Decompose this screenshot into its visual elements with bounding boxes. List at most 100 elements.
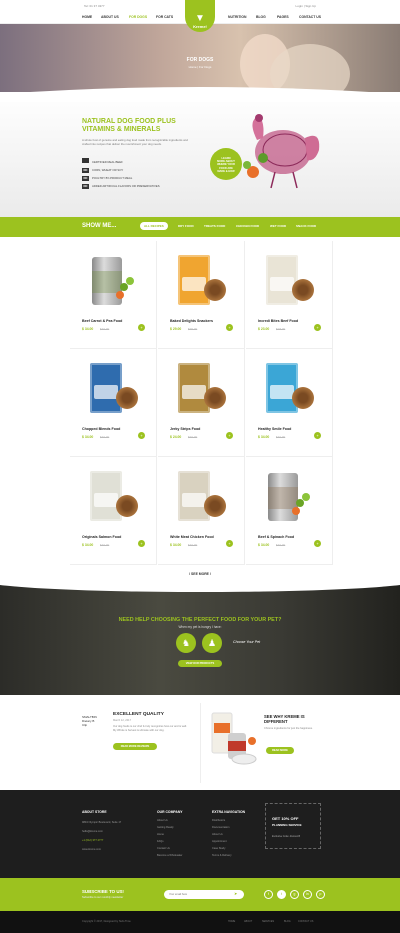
- product-card[interactable]: Beef Carrot & Pea Food $ 34.00 $40.00 +: [70, 241, 157, 349]
- google-icon[interactable]: g: [290, 890, 299, 899]
- add-to-cart-icon[interactable]: +: [226, 540, 233, 547]
- product-image[interactable]: [80, 361, 140, 419]
- product-image[interactable]: [168, 469, 228, 527]
- footer-link[interactable]: Getting Ready: [157, 826, 174, 829]
- product-card[interactable]: Incredi Bites Beef Food $ 23.00 $28.00 +: [246, 241, 333, 349]
- email-input[interactable]: [164, 890, 244, 899]
- footer-link[interactable]: Documentation: [212, 826, 229, 829]
- send-icon[interactable]: ➤: [234, 891, 237, 896]
- product-image[interactable]: [80, 469, 140, 527]
- add-to-cart-icon[interactable]: +: [138, 324, 145, 331]
- tab-treats-food[interactable]: TREATS FOOD: [204, 224, 225, 228]
- product-old-price: $40.00: [100, 435, 110, 439]
- nav-item-for-dogs[interactable]: FOR DOGS: [129, 15, 147, 19]
- product-name[interactable]: Beef & Spinach Food: [258, 535, 294, 539]
- product-card[interactable]: Jerky Strips Food $ 24.00 $30.00 +: [158, 349, 245, 457]
- filter-bar: SHOW ME... ALL RECIPES DRY FOOD TREATS F…: [0, 217, 400, 237]
- bottom-link[interactable]: CONTACT US: [298, 920, 313, 923]
- product-card[interactable]: Baked Delights Snackers $ 29.00 $35.00 +: [158, 241, 245, 349]
- footer-link[interactable]: FAQs: [157, 840, 164, 843]
- breadcrumb[interactable]: Home | For Dogs: [0, 65, 400, 69]
- brand-logo[interactable]: ▼ Kreme!: [185, 0, 215, 32]
- product-name[interactable]: Baked Delights Snackers: [170, 319, 213, 323]
- facebook-icon[interactable]: f: [264, 890, 273, 899]
- pinterest-icon[interactable]: p: [316, 890, 325, 899]
- footer-link[interactable]: About Us: [212, 833, 223, 836]
- login-links[interactable]: Login | Sign Up: [296, 4, 316, 8]
- see-more-link[interactable]: / SEE MORE /: [0, 572, 400, 576]
- footer-link[interactable]: Case Study: [212, 847, 225, 850]
- add-to-cart-icon[interactable]: +: [314, 324, 321, 331]
- page-title: FOR DOGS: [186, 57, 214, 63]
- add-to-cart-icon[interactable]: +: [314, 540, 321, 547]
- twitter-icon[interactable]: t: [277, 890, 286, 899]
- section-description: A whole host of genuine and eating dog f…: [82, 138, 188, 146]
- natural-food-section: NATURAL DOG FOOD PLUS VITAMINS & MINERAL…: [0, 87, 400, 220]
- tab-dry-food[interactable]: DRY FOOD: [178, 224, 194, 228]
- nav-item-home[interactable]: HOME: [82, 15, 92, 19]
- product-name[interactable]: White Meat Chicken Food: [170, 535, 214, 539]
- product-name[interactable]: Incredi Bites Beef Food: [258, 319, 298, 323]
- nav-item-pages[interactable]: PAGES: [277, 15, 289, 19]
- tab-snack-food[interactable]: SNACK FOOD: [296, 224, 316, 228]
- add-to-cart-icon[interactable]: +: [226, 432, 233, 439]
- product-image[interactable]: [168, 361, 228, 419]
- product-name[interactable]: Jerky Strips Food: [170, 427, 200, 431]
- bottom-link[interactable]: ABOUT: [244, 920, 252, 923]
- product-price: $ 34.00: [82, 327, 94, 331]
- learn-more-badge[interactable]: LEARN MORE ABOUT WHERE YOUR FOOD ARE MADE & …: [210, 148, 242, 180]
- email-link[interactable]: hello@kreme.com: [82, 830, 103, 833]
- product-image[interactable]: [168, 253, 228, 311]
- linkedin-icon[interactable]: in: [303, 890, 312, 899]
- product-name[interactable]: Beef Carrot & Pea Food: [82, 319, 122, 323]
- footer-link[interactable]: Appointment: [212, 840, 227, 843]
- nav-item-about[interactable]: ABOUT US: [101, 15, 119, 19]
- footer-link[interactable]: Terms & Delivery: [212, 854, 232, 857]
- read-reviews-button[interactable]: READ MORE REVIEWS: [113, 743, 157, 750]
- nav-item-nutrition[interactable]: NUTRITION: [228, 15, 246, 19]
- website-link[interactable]: www.kreme.com: [82, 848, 101, 851]
- footer-link[interactable]: Distributors: [212, 819, 225, 822]
- discount-box[interactable]: GET 10% OFF PLANNING SERVICE Exclusive C…: [265, 803, 321, 849]
- nav-item-blog[interactable]: BLOG: [256, 15, 266, 19]
- nav-item-contact[interactable]: CONTACT US: [299, 15, 321, 19]
- phone-link[interactable]: +1 (012) 377 4777: [82, 839, 103, 842]
- product-name[interactable]: Chopped Blends Food: [82, 427, 120, 431]
- bottom-link[interactable]: HOME: [228, 920, 235, 923]
- product-card[interactable]: Beef & Spinach Food $ 34.00 $40.00 +: [246, 457, 333, 565]
- read-more-button[interactable]: READ MORE: [266, 747, 294, 754]
- bottom-link[interactable]: BLOG: [284, 920, 291, 923]
- tab-wet-food[interactable]: WET FOOD: [270, 224, 286, 228]
- bottom-link[interactable]: SERVICES: [262, 920, 274, 923]
- check-badge: [82, 158, 89, 163]
- product-image[interactable]: [256, 253, 316, 311]
- product-card[interactable]: Healthy Smile Food $ 34.00 $40.00 +: [246, 349, 333, 457]
- add-to-cart-icon[interactable]: +: [226, 324, 233, 331]
- cat-icon[interactable]: ♟: [202, 633, 222, 653]
- product-name[interactable]: Healthy Smile Food: [258, 427, 291, 431]
- footer-link[interactable]: About Us: [157, 819, 168, 822]
- subscribe-subtitle: Subscribe to our monthly newsletter: [82, 896, 124, 899]
- product-name[interactable]: Originals Salmon Food: [82, 535, 121, 539]
- product-card[interactable]: Chopped Blends Food $ 34.00 $40.00 +: [70, 349, 157, 457]
- footer: ABOUT STORE 9834 Olympic Boulevard, Suit…: [0, 790, 400, 878]
- product-card[interactable]: White Meat Chicken Food $ 34.00 $40.00 +: [158, 457, 245, 565]
- wave-divider: [0, 582, 400, 592]
- footer-link[interactable]: Home: [157, 833, 164, 836]
- product-image[interactable]: [256, 469, 316, 527]
- tab-chicken-food[interactable]: CHICKEN FOOD: [236, 224, 259, 228]
- tab-all-recipes[interactable]: ALL RECIPES: [140, 222, 168, 230]
- footer-link[interactable]: Contact Us: [157, 847, 170, 850]
- wave-divider: [0, 87, 400, 102]
- add-to-cart-icon[interactable]: +: [138, 540, 145, 547]
- product-image[interactable]: [256, 361, 316, 419]
- product-image[interactable]: [80, 253, 140, 311]
- footer-about-title: ABOUT STORE: [82, 810, 107, 814]
- view-products-button[interactable]: VIEW OUR PRODUCTS: [178, 660, 222, 667]
- product-card[interactable]: Originals Salmon Food $ 34.00 $40.00 +: [70, 457, 157, 565]
- footer-link[interactable]: Become a Wholesaler: [157, 854, 182, 857]
- add-to-cart-icon[interactable]: +: [314, 432, 321, 439]
- dog-icon[interactable]: ♞: [176, 633, 196, 653]
- nav-item-for-cats[interactable]: FOR CATS: [156, 15, 173, 19]
- add-to-cart-icon[interactable]: +: [138, 432, 145, 439]
